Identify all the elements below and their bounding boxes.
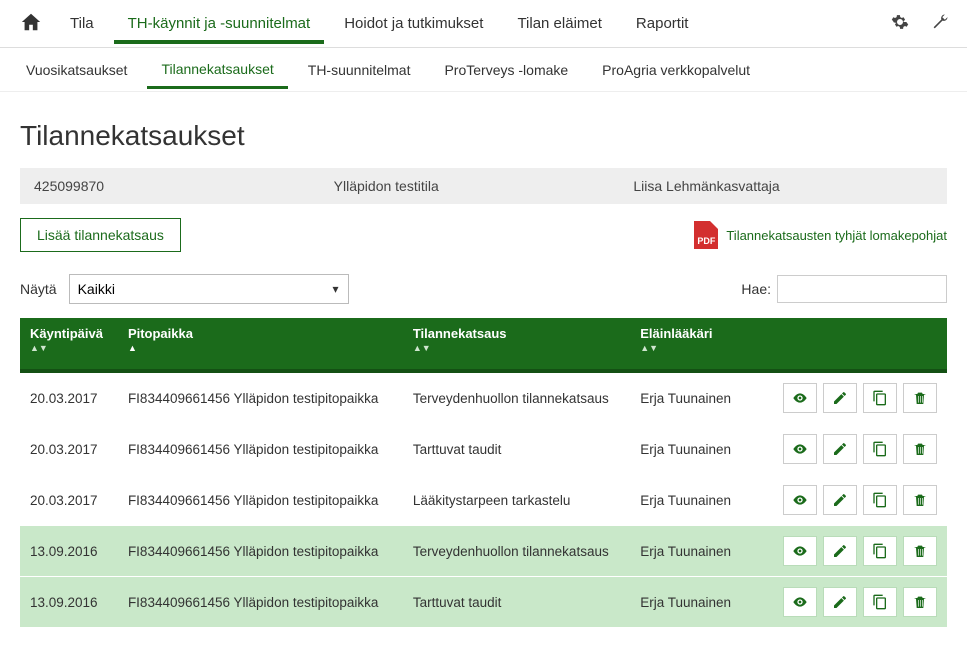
cell-vet: Erja Tuunainen [630, 424, 747, 475]
eye-icon [792, 441, 808, 457]
cell-vet: Erja Tuunainen [630, 526, 747, 577]
cell-date: 13.09.2016 [20, 526, 118, 577]
farm-name: Ylläpidon testitila [334, 178, 634, 194]
subnav-item[interactable]: Tilannekatsaukset [147, 51, 287, 89]
cell-date: 13.09.2016 [20, 577, 118, 628]
copy-icon [872, 594, 888, 610]
subnav-item[interactable]: TH-suunnitelmat [294, 52, 425, 88]
edit-button[interactable] [823, 485, 857, 515]
eye-icon [792, 492, 808, 508]
cell-vet: Erja Tuunainen [630, 371, 747, 424]
cell-review: Tarttuvat taudit [403, 577, 630, 628]
farm-person: Liisa Lehmänkasvattaja [633, 178, 933, 194]
pdf-icon: PDF [694, 221, 718, 249]
cell-review: Tarttuvat taudit [403, 424, 630, 475]
pdf-templates-link[interactable]: PDF Tilannekatsausten tyhjät lomakepohja… [694, 221, 947, 249]
table-row: 13.09.2016FI834409661456 Ylläpidon testi… [20, 526, 947, 577]
delete-button[interactable] [903, 536, 937, 566]
cell-review: Lääkitystarpeen tarkastelu [403, 475, 630, 526]
edit-button[interactable] [823, 434, 857, 464]
pencil-icon [832, 543, 848, 559]
copy-icon [872, 543, 888, 559]
subnav-item[interactable]: ProAgria verkkopalvelut [588, 52, 764, 88]
copy-button[interactable] [863, 434, 897, 464]
trash-icon [912, 441, 928, 457]
table-row: 20.03.2017FI834409661456 Ylläpidon testi… [20, 424, 947, 475]
view-button[interactable] [783, 383, 817, 413]
cell-place: FI834409661456 Ylläpidon testipitopaikka [118, 526, 403, 577]
pencil-icon [832, 441, 848, 457]
trash-icon [912, 594, 928, 610]
subnav-item[interactable]: Vuosikatsaukset [12, 52, 141, 88]
copy-button[interactable] [863, 536, 897, 566]
farm-id: 425099870 [34, 178, 334, 194]
delete-button[interactable] [903, 485, 937, 515]
wrench-icon[interactable] [925, 13, 955, 34]
trash-icon [912, 543, 928, 559]
farm-info-bar: 425099870 Ylläpidon testitila Liisa Lehm… [20, 168, 947, 204]
cell-place: FI834409661456 Ylläpidon testipitopaikka [118, 424, 403, 475]
copy-icon [872, 441, 888, 457]
show-label: Näytä [20, 281, 57, 297]
copy-button[interactable] [863, 587, 897, 617]
view-button[interactable] [783, 536, 817, 566]
cell-vet: Erja Tuunainen [630, 475, 747, 526]
cell-date: 20.03.2017 [20, 371, 118, 424]
top-nav: TilaTH-käynnit ja -suunnitelmatHoidot ja… [0, 0, 967, 48]
show-filter-select[interactable]: Kaikki [69, 274, 349, 304]
column-header[interactable]: Käyntipäivä▲▼ [20, 318, 118, 371]
view-button[interactable] [783, 485, 817, 515]
table-row: 20.03.2017FI834409661456 Ylläpidon testi… [20, 371, 947, 424]
cell-vet: Erja Tuunainen [630, 577, 747, 628]
topnav-item[interactable]: Tila [56, 3, 108, 44]
view-button[interactable] [783, 434, 817, 464]
view-button[interactable] [783, 587, 817, 617]
topnav-item[interactable]: Raportit [622, 3, 703, 44]
eye-icon [792, 594, 808, 610]
column-header-actions [747, 318, 947, 371]
page-title: Tilannekatsaukset [20, 120, 947, 152]
cell-review: Terveydenhuollon tilannekatsaus [403, 526, 630, 577]
cell-date: 20.03.2017 [20, 475, 118, 526]
cell-date: 20.03.2017 [20, 424, 118, 475]
home-icon[interactable] [12, 11, 50, 36]
pencil-icon [832, 390, 848, 406]
column-header[interactable]: Tilannekatsaus▲▼ [403, 318, 630, 371]
copy-button[interactable] [863, 485, 897, 515]
edit-button[interactable] [823, 587, 857, 617]
pencil-icon [832, 594, 848, 610]
column-header[interactable]: Eläinlääkäri▲▼ [630, 318, 747, 371]
trash-icon [912, 492, 928, 508]
cell-place: FI834409661456 Ylläpidon testipitopaikka [118, 475, 403, 526]
column-header[interactable]: Pitopaikka▲ [118, 318, 403, 371]
subnav-item[interactable]: ProTerveys -lomake [430, 52, 582, 88]
add-review-button[interactable]: Lisää tilannekatsaus [20, 218, 181, 252]
eye-icon [792, 543, 808, 559]
reviews-table: Käyntipäivä▲▼Pitopaikka▲Tilannekatsaus▲▼… [20, 318, 947, 628]
table-row: 20.03.2017FI834409661456 Ylläpidon testi… [20, 475, 947, 526]
topnav-item[interactable]: Hoidot ja tutkimukset [330, 3, 497, 44]
edit-button[interactable] [823, 383, 857, 413]
edit-button[interactable] [823, 536, 857, 566]
copy-icon [872, 390, 888, 406]
delete-button[interactable] [903, 434, 937, 464]
copy-button[interactable] [863, 383, 897, 413]
delete-button[interactable] [903, 587, 937, 617]
topnav-item[interactable]: Tilan eläimet [503, 3, 615, 44]
copy-icon [872, 492, 888, 508]
topnav-item[interactable]: TH-käynnit ja -suunnitelmat [114, 3, 325, 44]
cell-review: Terveydenhuollon tilannekatsaus [403, 371, 630, 424]
table-row: 13.09.2016FI834409661456 Ylläpidon testi… [20, 577, 947, 628]
pdf-link-label: Tilannekatsausten tyhjät lomakepohjat [726, 228, 947, 243]
gear-icon[interactable] [881, 13, 919, 34]
search-input[interactable] [777, 275, 947, 303]
eye-icon [792, 390, 808, 406]
search-label: Hae: [741, 281, 771, 297]
pencil-icon [832, 492, 848, 508]
cell-place: FI834409661456 Ylläpidon testipitopaikka [118, 371, 403, 424]
delete-button[interactable] [903, 383, 937, 413]
sub-nav: VuosikatsauksetTilannekatsauksetTH-suunn… [0, 48, 967, 92]
cell-place: FI834409661456 Ylläpidon testipitopaikka [118, 577, 403, 628]
trash-icon [912, 390, 928, 406]
